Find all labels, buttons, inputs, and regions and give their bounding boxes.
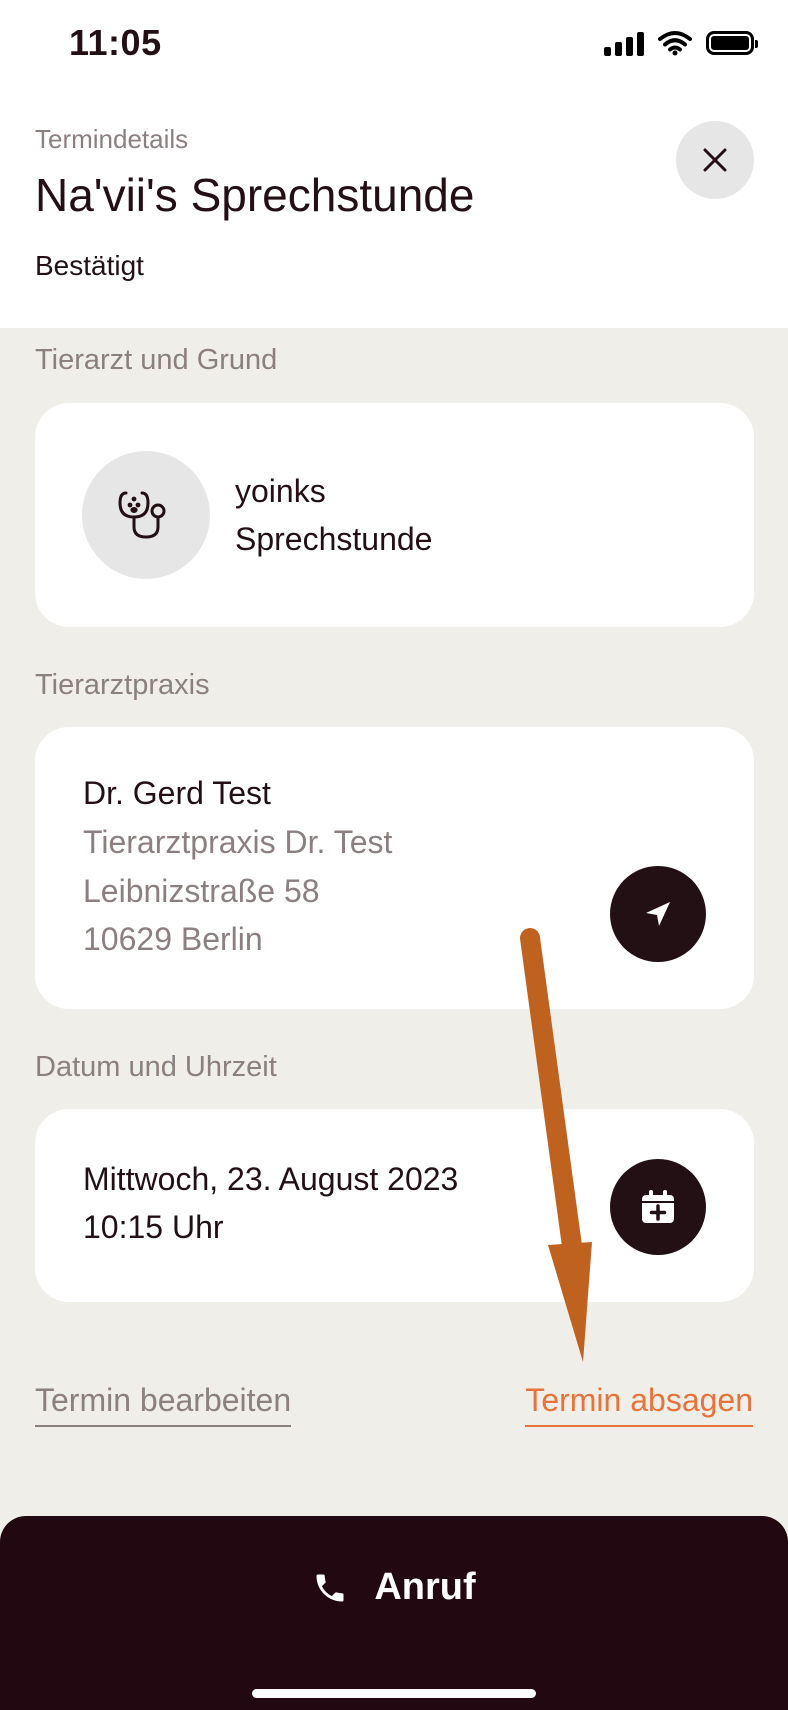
add-to-calendar-button[interactable] <box>610 1159 706 1255</box>
status-time: 11:05 <box>69 22 162 63</box>
practice-card: Dr. Gerd Test Tierarztpraxis Dr. Test Le… <box>35 727 754 1009</box>
vet-name: yoinks <box>235 473 326 509</box>
calendar-add-icon <box>642 1190 674 1223</box>
practice-name: Tierarztpraxis Dr. Test <box>83 824 393 860</box>
close-icon <box>703 148 727 172</box>
appointment-date: Mittwoch, 23. August 2023 <box>83 1161 459 1197</box>
appointment-status: Bestätigt <box>35 250 144 281</box>
header-panel: 11:05 Termindetails Na'vii's Sprechstund… <box>0 0 788 328</box>
navigate-button[interactable] <box>610 866 706 962</box>
close-button[interactable] <box>676 121 754 199</box>
section-label-vet-reason: Tierarzt und Grund <box>35 344 278 376</box>
call-button-content: Anruf <box>0 1566 788 1609</box>
section-label-practice: Tierarztpraxis <box>35 669 210 701</box>
cellular-signal-icon <box>604 30 644 56</box>
section-label-datetime: Datum und Uhrzeit <box>35 1051 277 1083</box>
navigation-arrow-icon <box>646 902 670 926</box>
cancel-appointment-link[interactable]: Termin absagen <box>525 1382 753 1427</box>
practice-city: 10629 Berlin <box>83 921 263 957</box>
datetime-card: Mittwoch, 23. August 2023 10:15 Uhr <box>35 1109 754 1302</box>
appointment-reason: Sprechstunde <box>235 521 433 557</box>
practice-street: Leibnizstraße 58 <box>83 873 320 909</box>
battery-icon <box>706 31 758 55</box>
status-icons <box>604 30 758 56</box>
call-button-label: Anruf <box>374 1566 476 1608</box>
stethoscope-icon <box>118 491 166 539</box>
wifi-icon <box>658 31 692 56</box>
doctor-name: Dr. Gerd Test <box>83 775 271 811</box>
phone-icon <box>316 1574 344 1601</box>
call-button[interactable]: Anruf <box>0 1516 788 1710</box>
vet-reason-card: yoinks Sprechstunde <box>35 403 754 627</box>
edit-appointment-link[interactable]: Termin bearbeiten <box>35 1382 292 1427</box>
page-eyebrow: Termindetails <box>35 124 189 154</box>
vet-avatar <box>82 451 210 579</box>
appointment-time: 10:15 Uhr <box>83 1209 224 1245</box>
page-title: Na'vii's Sprechstunde <box>35 169 475 221</box>
home-indicator <box>252 1689 536 1698</box>
